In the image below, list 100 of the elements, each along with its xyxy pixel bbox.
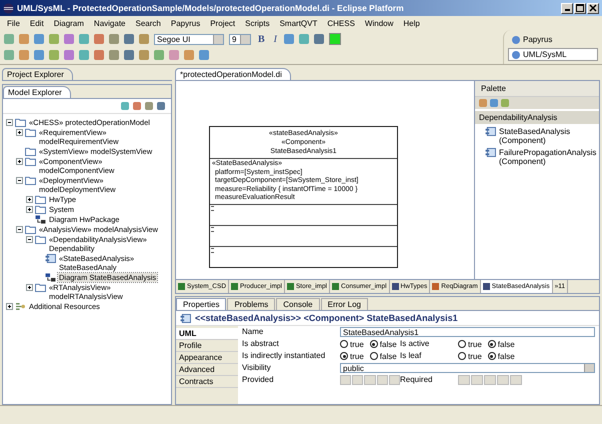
- expand-icon[interactable]: [26, 206, 33, 213]
- menu-item[interactable]: Diagram: [48, 18, 89, 28]
- expand-icon[interactable]: [6, 303, 13, 310]
- radio-button[interactable]: [458, 340, 466, 348]
- list-button[interactable]: [458, 375, 470, 385]
- list-button[interactable]: [484, 375, 496, 385]
- section-tab[interactable]: UML: [176, 328, 238, 340]
- view-tab[interactable]: Console: [276, 298, 320, 310]
- toolbar-icon[interactable]: [169, 50, 179, 60]
- list-button[interactable]: [510, 375, 522, 385]
- compartment-handle-icon[interactable]: [211, 226, 214, 232]
- view-tab[interactable]: Project Explorer: [2, 68, 73, 80]
- toolbar-icon[interactable]: [94, 50, 104, 60]
- menu-item[interactable]: Project: [205, 18, 240, 28]
- menu-item[interactable]: Window: [360, 18, 398, 28]
- expand-icon[interactable]: [26, 196, 33, 203]
- list-button[interactable]: [388, 375, 400, 385]
- expand-icon[interactable]: [16, 129, 23, 136]
- menu-item[interactable]: Edit: [24, 18, 49, 28]
- visibility-dropdown[interactable]: public: [340, 363, 595, 373]
- toolbar-icon[interactable]: [94, 34, 104, 44]
- toolbar-icon[interactable]: [19, 34, 29, 44]
- expand-icon[interactable]: [16, 158, 23, 165]
- view-tab[interactable]: Error Log: [320, 298, 368, 310]
- perspective-button[interactable]: UML/SysML: [508, 48, 598, 61]
- section-tab[interactable]: Advanced: [176, 364, 238, 376]
- toolbar-icon[interactable]: [284, 34, 294, 44]
- expand-icon[interactable]: [26, 284, 33, 291]
- collapse-icon[interactable]: [26, 236, 33, 243]
- minimize-button[interactable]: [561, 2, 573, 14]
- palette-tool[interactable]: FailurePropagationAnalysis (Component): [499, 148, 599, 166]
- view-tab[interactable]: Model Explorer: [3, 86, 71, 98]
- close-button[interactable]: [587, 2, 599, 14]
- menu-item[interactable]: Papyrus: [166, 18, 206, 28]
- menu-item[interactable]: Scripts: [240, 18, 275, 28]
- collapse-icon[interactable]: [6, 119, 13, 126]
- view-tab[interactable]: Problems: [227, 298, 276, 310]
- collapse-icon[interactable]: [16, 177, 23, 184]
- menu-item[interactable]: Search: [130, 18, 166, 28]
- toolbar-icon[interactable]: [109, 34, 119, 44]
- font-size-dropdown[interactable]: 9: [229, 34, 251, 45]
- toolbar-icon[interactable]: [199, 50, 209, 60]
- toolbar-icon[interactable]: [19, 50, 29, 60]
- palette-tool[interactable]: StateBasedAnalysis (Component): [499, 127, 599, 145]
- toolbar-icon[interactable]: [314, 34, 324, 44]
- toolbar-icon[interactable]: [154, 50, 164, 60]
- collapse-icon[interactable]: [16, 226, 23, 233]
- toolbar-icon[interactable]: [124, 34, 134, 44]
- menu-item[interactable]: Help: [398, 18, 425, 28]
- toolbar-icon[interactable]: [64, 34, 74, 44]
- compartment-handle-icon[interactable]: [211, 248, 214, 252]
- toolbar-icon[interactable]: [124, 50, 134, 60]
- menu-item[interactable]: File: [2, 18, 25, 28]
- toolbar-icon[interactable]: [79, 50, 89, 60]
- section-tab[interactable]: Profile: [176, 340, 238, 352]
- toolbar-icon[interactable]: [109, 50, 119, 60]
- toolbar-icon[interactable]: [184, 50, 194, 60]
- perspective-button[interactable]: Papyrus: [508, 33, 598, 46]
- toolbar-icon[interactable]: [49, 50, 59, 60]
- view-tab[interactable]: Properties: [176, 298, 226, 310]
- maximize-button[interactable]: [574, 2, 586, 14]
- palette-drawer[interactable]: DependabilityAnalysis: [475, 111, 599, 124]
- radio-button[interactable]: [370, 352, 378, 360]
- toolbar-icon[interactable]: [139, 50, 149, 60]
- radio-button[interactable]: [458, 352, 466, 360]
- toolbar-icon[interactable]: [139, 34, 149, 44]
- radio-button[interactable]: [488, 340, 496, 348]
- menu-item[interactable]: SmartQVT: [274, 18, 322, 28]
- bold-button[interactable]: B: [256, 34, 267, 45]
- list-button[interactable]: [352, 375, 364, 385]
- toolbar-icon[interactable]: [79, 34, 89, 44]
- list-button[interactable]: [471, 375, 483, 385]
- diagram-icon: [45, 273, 56, 282]
- editor-tab[interactable]: *protectedOperationModel.di: [175, 68, 291, 80]
- font-dropdown[interactable]: Segoe UI: [154, 34, 224, 45]
- menu-item[interactable]: CHESS: [322, 18, 360, 28]
- fill-color-icon[interactable]: [329, 33, 342, 46]
- italic-button[interactable]: I: [272, 34, 280, 45]
- option-label: true: [468, 352, 482, 360]
- toolbar-icon[interactable]: [4, 34, 14, 44]
- name-field[interactable]: StateBasedAnalysis1: [340, 327, 595, 337]
- toolbar-icon[interactable]: [299, 34, 310, 44]
- radio-button[interactable]: [340, 352, 348, 360]
- menu-item[interactable]: Navigate: [88, 18, 130, 28]
- list-button[interactable]: [364, 375, 376, 385]
- radio-button[interactable]: [340, 340, 348, 348]
- list-button[interactable]: [376, 375, 388, 385]
- toolbar-icon[interactable]: [4, 50, 14, 60]
- toolbar-icon[interactable]: [49, 34, 59, 44]
- list-button[interactable]: [340, 375, 352, 385]
- folder-icon: [25, 147, 36, 156]
- toolbar-icon[interactable]: [34, 50, 44, 60]
- section-tab[interactable]: Contracts: [176, 376, 238, 388]
- toolbar-icon[interactable]: [64, 50, 74, 60]
- section-tab[interactable]: Appearance: [176, 352, 238, 364]
- list-button[interactable]: [497, 375, 509, 385]
- radio-button[interactable]: [370, 340, 378, 348]
- compartment-handle-icon[interactable]: [211, 206, 214, 210]
- radio-button[interactable]: [488, 352, 496, 360]
- toolbar-icon[interactable]: [34, 34, 44, 44]
